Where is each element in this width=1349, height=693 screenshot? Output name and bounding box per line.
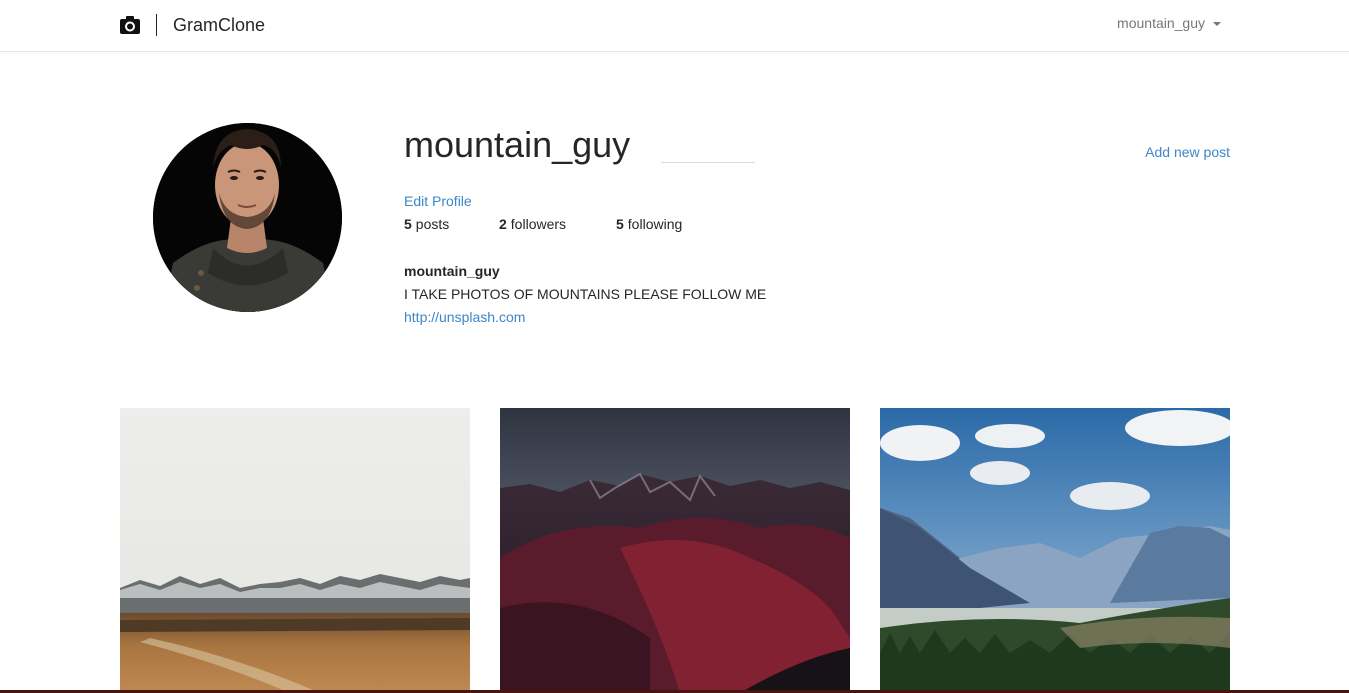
stat-followers-count: 2: [499, 216, 507, 232]
edit-profile-link[interactable]: Edit Profile: [404, 193, 472, 209]
profile-username: mountain_guy: [404, 124, 631, 165]
stat-followers-label: followers: [510, 216, 567, 232]
avatar: [153, 123, 342, 312]
stat-posts: 5 posts: [404, 216, 449, 232]
post-thumbnail[interactable]: [500, 408, 850, 693]
bio-text: I TAKE PHOTOS OF MOUNTAINS PLEASE FOLLOW…: [404, 286, 767, 302]
stat-following-label: following: [627, 216, 683, 232]
caret-down-icon: [1213, 21, 1221, 26]
post-thumbnail[interactable]: [120, 408, 470, 693]
stat-following[interactable]: 5 following: [616, 216, 682, 232]
brand-divider: [156, 14, 157, 36]
user-dropdown[interactable]: mountain_guy: [1117, 15, 1221, 31]
follow-divider: [661, 162, 755, 163]
bio-name: mountain_guy: [404, 263, 500, 279]
user-dropdown-label: mountain_guy: [1117, 15, 1205, 31]
stat-followers[interactable]: 2 followers: [499, 216, 566, 232]
stat-posts-label: posts: [415, 216, 450, 232]
add-new-post-link[interactable]: Add new post: [1145, 144, 1230, 160]
post-thumbnail[interactable]: [880, 408, 1230, 693]
brand-name: GramClone: [173, 14, 266, 35]
website-link[interactable]: http://unsplash.com: [404, 309, 525, 325]
misty-mountain-plain-photo: [120, 408, 470, 693]
stat-following-count: 5: [616, 216, 624, 232]
red-mountain-range-photo: [500, 408, 850, 693]
stat-posts-count: 5: [404, 216, 412, 232]
blue-sky-valley-photo: [880, 408, 1230, 693]
profile-photo: [153, 123, 342, 312]
brand-link[interactable]: GramClone: [120, 12, 265, 38]
camera-icon: [120, 16, 140, 34]
top-navbar: GramClone mountain_guy: [0, 0, 1349, 52]
